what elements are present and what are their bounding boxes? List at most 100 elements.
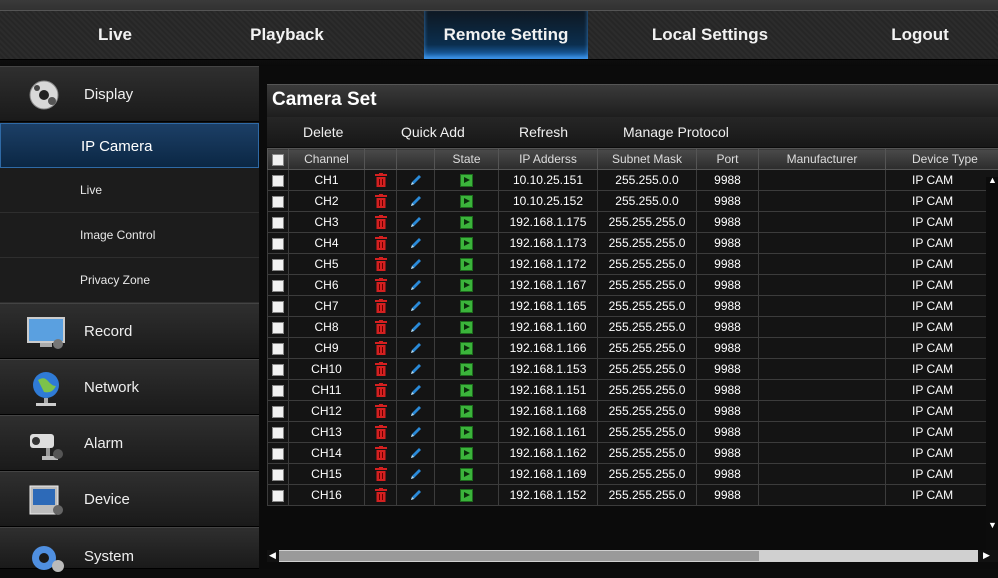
state-cell[interactable] <box>435 275 499 296</box>
delete-cell[interactable] <box>365 275 397 296</box>
sidebar-item-live[interactable]: Live <box>0 168 259 213</box>
select-all-checkbox[interactable] <box>272 154 284 166</box>
sidebar-item-alarm[interactable]: Alarm <box>0 415 259 471</box>
delete-cell[interactable] <box>365 233 397 254</box>
trash-icon[interactable] <box>375 341 387 355</box>
scroll-left-button[interactable]: ◀ <box>267 550 279 562</box>
trash-icon[interactable] <box>375 383 387 397</box>
trash-icon[interactable] <box>375 320 387 334</box>
trash-icon[interactable] <box>375 467 387 481</box>
edit-cell[interactable] <box>397 296 435 317</box>
scroll-right-icon[interactable]: ▶ <box>983 550 990 561</box>
state-cell[interactable] <box>435 338 499 359</box>
delete-cell[interactable] <box>365 464 397 485</box>
state-cell[interactable] <box>435 464 499 485</box>
sidebar-item-display[interactable]: Display <box>0 66 259 122</box>
row-checkbox[interactable] <box>272 343 284 355</box>
edit-cell[interactable] <box>397 485 435 506</box>
table-row[interactable]: CH4 192.168.1.173 255.255.255.0 9988 IP … <box>268 233 998 254</box>
table-row[interactable]: CH9 192.168.1.166 255.255.255.0 9988 IP … <box>268 338 998 359</box>
pencil-icon[interactable] <box>409 236 423 250</box>
row-select-cell[interactable] <box>268 401 289 422</box>
row-checkbox[interactable] <box>272 259 284 271</box>
row-checkbox[interactable] <box>272 385 284 397</box>
table-row[interactable]: CH10 192.168.1.153 255.255.255.0 9988 IP… <box>268 359 998 380</box>
scroll-left-icon[interactable]: ◀ <box>269 550 276 561</box>
sidebar-item-system[interactable]: System <box>0 527 259 569</box>
trash-icon[interactable] <box>375 404 387 418</box>
table-row[interactable]: CH12 192.168.1.168 255.255.255.0 9988 IP… <box>268 401 998 422</box>
scroll-right-button[interactable]: ▶ <box>978 550 998 562</box>
row-select-cell[interactable] <box>268 338 289 359</box>
pencil-icon[interactable] <box>409 404 423 418</box>
row-checkbox[interactable] <box>272 490 284 502</box>
play-icon[interactable] <box>460 468 473 481</box>
delete-cell[interactable] <box>365 317 397 338</box>
row-checkbox[interactable] <box>272 469 284 481</box>
sidebar-item-privacy-zone[interactable]: Privacy Zone <box>0 258 259 303</box>
trash-icon[interactable] <box>375 362 387 376</box>
play-icon[interactable] <box>460 447 473 460</box>
trash-icon[interactable] <box>375 194 387 208</box>
delete-cell[interactable] <box>365 380 397 401</box>
row-select-cell[interactable] <box>268 296 289 317</box>
nav-local-settings[interactable]: Local Settings <box>630 11 790 59</box>
pencil-icon[interactable] <box>409 173 423 187</box>
edit-cell[interactable] <box>397 338 435 359</box>
pencil-icon[interactable] <box>409 257 423 271</box>
state-cell[interactable] <box>435 212 499 233</box>
state-cell[interactable] <box>435 170 499 191</box>
play-icon[interactable] <box>460 195 473 208</box>
row-select-cell[interactable] <box>268 485 289 506</box>
delete-button[interactable]: Delete <box>303 117 343 147</box>
play-icon[interactable] <box>460 405 473 418</box>
play-icon[interactable] <box>460 216 473 229</box>
row-checkbox[interactable] <box>272 301 284 313</box>
row-select-cell[interactable] <box>268 233 289 254</box>
edit-cell[interactable] <box>397 317 435 338</box>
play-icon[interactable] <box>460 384 473 397</box>
sidebar-item-ip-camera[interactable]: IP Camera <box>0 123 259 168</box>
table-row[interactable]: CH2 10.10.25.152 255.255.0.0 9988 IP CAM <box>268 191 998 212</box>
trash-icon[interactable] <box>375 299 387 313</box>
row-checkbox[interactable] <box>272 364 284 376</box>
table-row[interactable]: CH8 192.168.1.160 255.255.255.0 9988 IP … <box>268 317 998 338</box>
state-cell[interactable] <box>435 296 499 317</box>
edit-cell[interactable] <box>397 401 435 422</box>
play-icon[interactable] <box>460 489 473 502</box>
row-select-cell[interactable] <box>268 170 289 191</box>
state-cell[interactable] <box>435 485 499 506</box>
delete-cell[interactable] <box>365 170 397 191</box>
row-checkbox[interactable] <box>272 322 284 334</box>
pencil-icon[interactable] <box>409 194 423 208</box>
edit-cell[interactable] <box>397 233 435 254</box>
row-checkbox[interactable] <box>272 448 284 460</box>
table-row[interactable]: CH6 192.168.1.167 255.255.255.0 9988 IP … <box>268 275 998 296</box>
state-cell[interactable] <box>435 317 499 338</box>
scroll-down-icon[interactable]: ▼ <box>988 520 997 530</box>
pencil-icon[interactable] <box>409 278 423 292</box>
pencil-icon[interactable] <box>409 320 423 334</box>
trash-icon[interactable] <box>375 425 387 439</box>
manage-protocol-button[interactable]: Manage Protocol <box>623 117 729 147</box>
vertical-scrollbar[interactable]: ▲ ▼ <box>986 177 998 551</box>
pencil-icon[interactable] <box>409 383 423 397</box>
quick-add-button[interactable]: Quick Add <box>401 117 465 147</box>
delete-cell[interactable] <box>365 296 397 317</box>
play-icon[interactable] <box>460 426 473 439</box>
row-checkbox[interactable] <box>272 238 284 250</box>
sidebar-item-network[interactable]: Network <box>0 359 259 415</box>
nav-live[interactable]: Live <box>40 11 190 59</box>
play-icon[interactable] <box>460 342 473 355</box>
table-row[interactable]: CH14 192.168.1.162 255.255.255.0 9988 IP… <box>268 443 998 464</box>
delete-cell[interactable] <box>365 443 397 464</box>
trash-icon[interactable] <box>375 236 387 250</box>
pencil-icon[interactable] <box>409 341 423 355</box>
scroll-up-icon[interactable]: ▲ <box>988 175 997 185</box>
state-cell[interactable] <box>435 443 499 464</box>
row-checkbox[interactable] <box>272 406 284 418</box>
play-icon[interactable] <box>460 237 473 250</box>
trash-icon[interactable] <box>375 173 387 187</box>
row-select-cell[interactable] <box>268 191 289 212</box>
row-checkbox[interactable] <box>272 280 284 292</box>
